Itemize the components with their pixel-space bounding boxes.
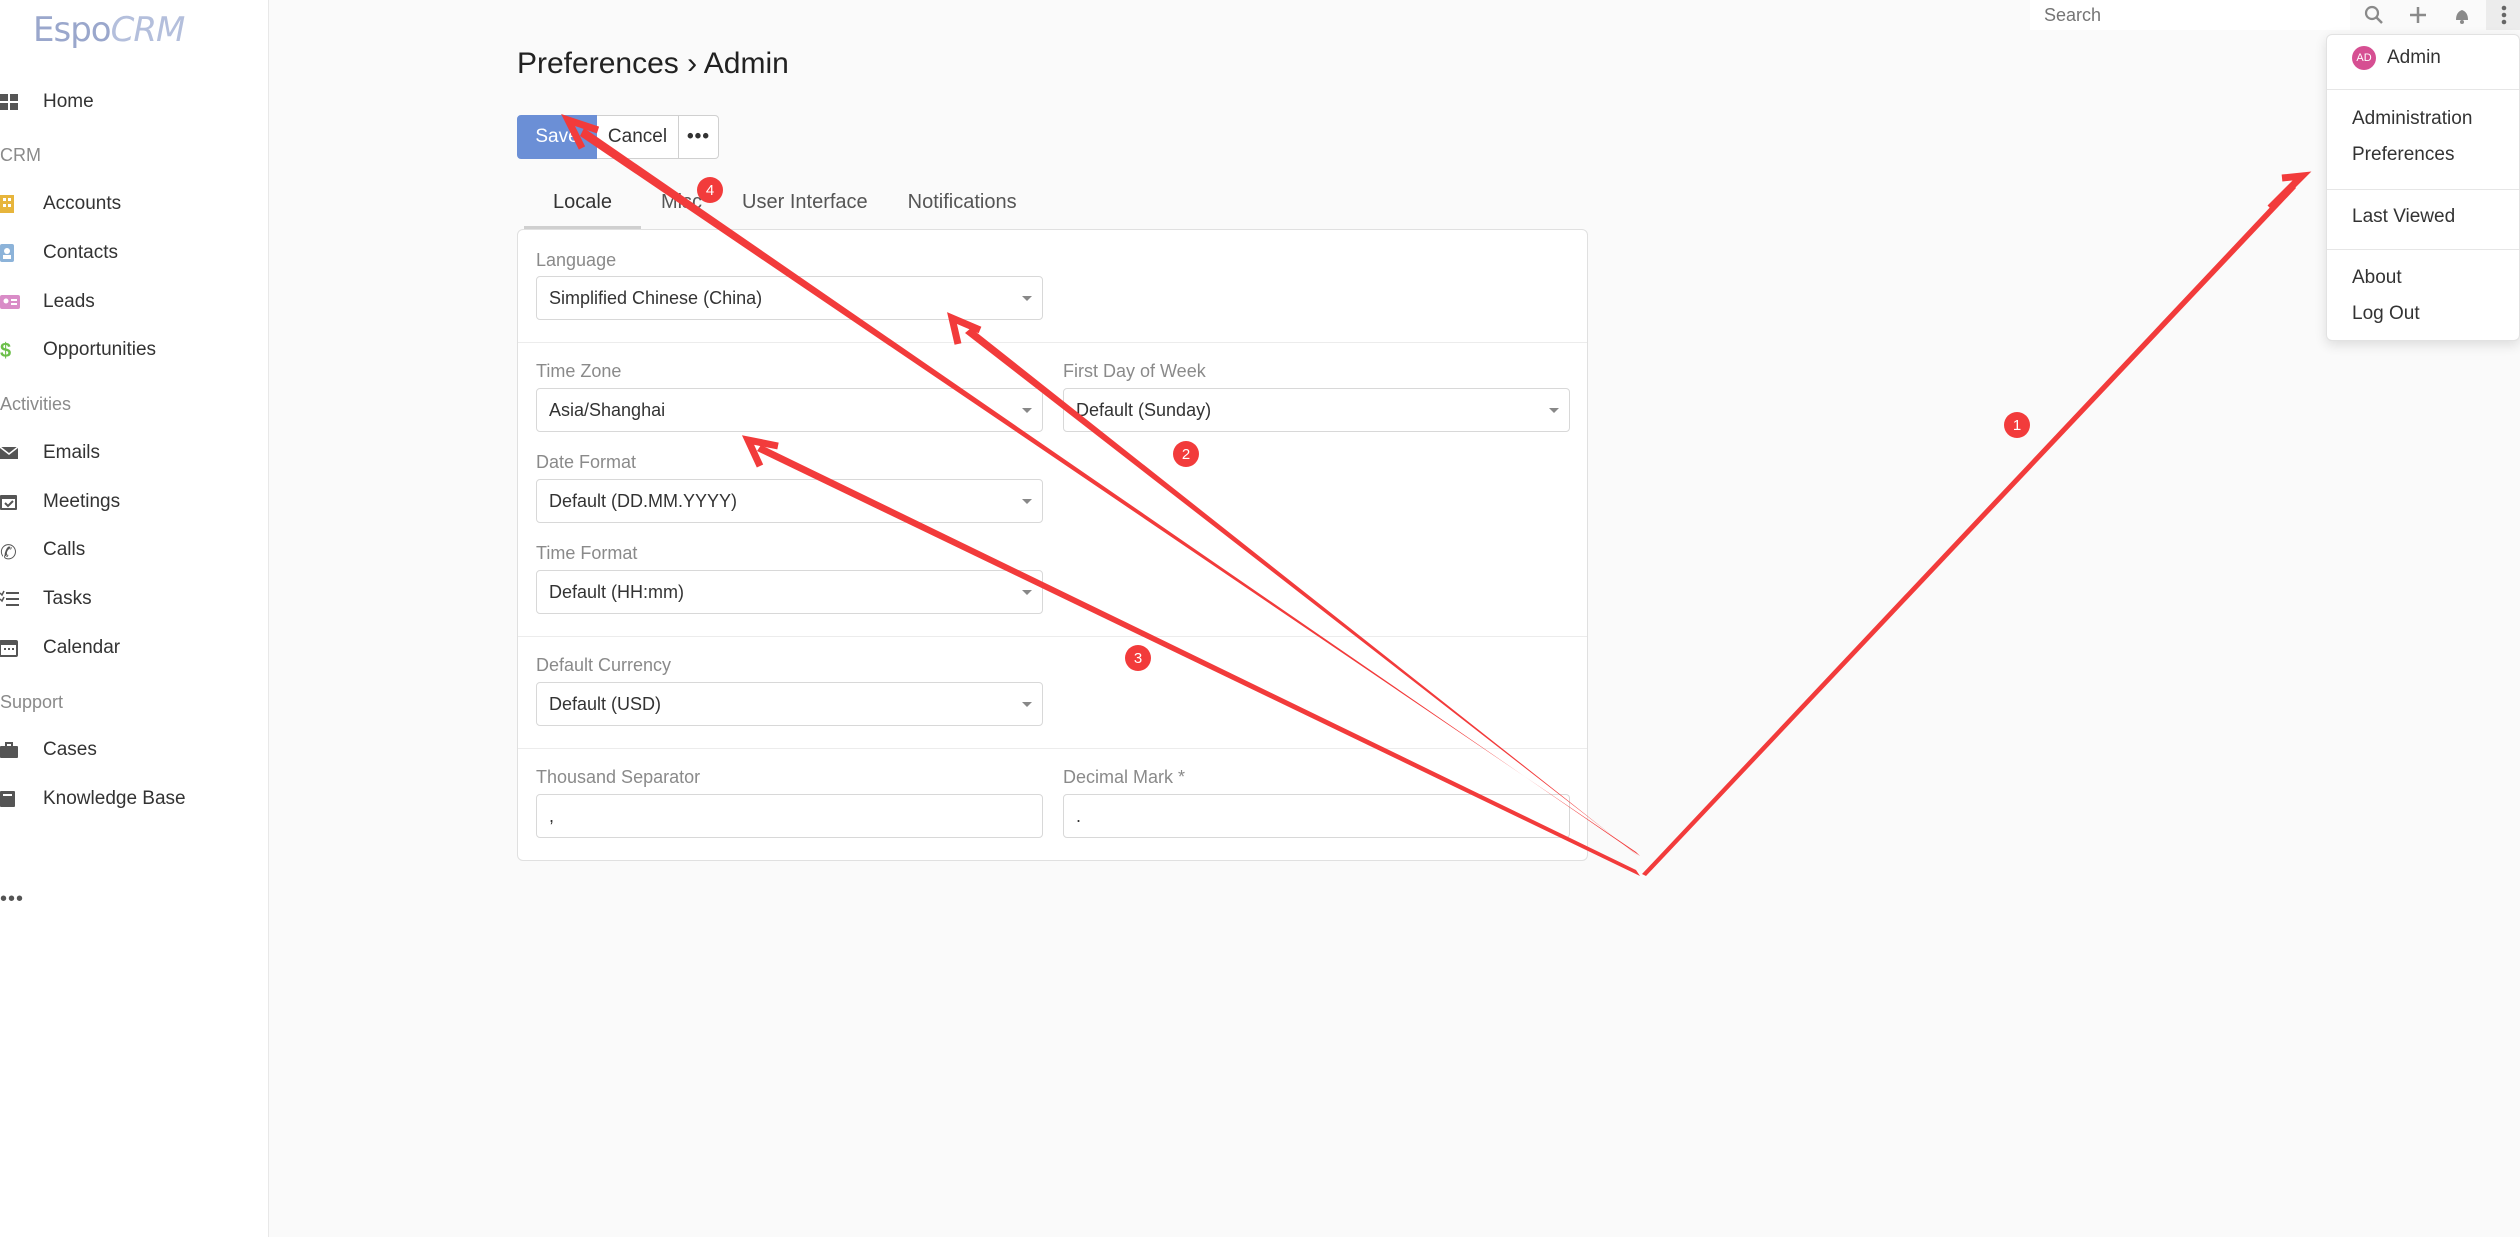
- envelope-icon: [0, 446, 19, 459]
- action-buttons: Save Cancel •••: [517, 115, 719, 159]
- annotation-marker-3: 3: [1125, 645, 1151, 671]
- default-currency-label: Default Currency: [536, 655, 672, 675]
- sidebar-item-tasks[interactable]: Tasks: [0, 579, 92, 619]
- first-day-of-week-label: First Day of Week: [1063, 361, 1206, 381]
- calendar-check-icon: [0, 495, 17, 510]
- sidebar-item-label: Leads: [43, 291, 95, 312]
- annotation-marker-1: 1: [2004, 412, 2030, 438]
- sidebar-item-label: Calendar: [43, 637, 121, 658]
- briefcase-icon: [0, 742, 18, 758]
- first-day-of-week-select[interactable]: Default (Sunday): [1063, 388, 1570, 432]
- divider: [2327, 89, 2519, 90]
- sidebar-item-contacts[interactable]: Contacts: [0, 233, 118, 273]
- contact-card-icon: [0, 244, 14, 262]
- sidebar-item-home[interactable]: Home: [0, 82, 94, 122]
- menu-item-about[interactable]: About: [2352, 267, 2402, 289]
- dollar-icon: $: [0, 340, 12, 362]
- avatar: AD: [2352, 46, 2376, 70]
- id-card-icon: [0, 295, 20, 309]
- divider: [518, 636, 1587, 637]
- decimal-mark-label: Decimal Mark *: [1063, 767, 1186, 787]
- sidebar-group-support: Support: [0, 692, 64, 712]
- sidebar-item-opportunities[interactable]: $ Opportunities: [0, 330, 156, 370]
- sidebar: EspoCRM Home CRM Accounts Contacts Leads…: [0, 0, 269, 1237]
- sidebar-item-label: Cases: [43, 739, 97, 760]
- sidebar-item-label: Home: [43, 91, 94, 112]
- default-currency-select[interactable]: Default (USD): [536, 682, 1043, 726]
- date-format-label: Date Format: [536, 452, 637, 472]
- phone-icon: ✆: [0, 542, 17, 564]
- caret-down-icon: [1549, 408, 1559, 413]
- locale-panel: Language Simplified Chinese (China) Time…: [517, 229, 1588, 861]
- sidebar-item-label: Calls: [43, 539, 86, 560]
- thousand-separator-input[interactable]: ,: [536, 794, 1043, 838]
- date-format-value: Default (DD.MM.YYYY): [549, 490, 738, 511]
- sidebar-group-activities: Activities: [0, 394, 72, 414]
- menu-item-preferences[interactable]: Preferences: [2352, 144, 2454, 166]
- menu-item-log-out[interactable]: Log Out: [2352, 303, 2420, 325]
- user-dropdown-menu: AD Admin Administration Preferences Last…: [2326, 34, 2520, 341]
- building-icon: [0, 195, 14, 213]
- cancel-button[interactable]: Cancel: [597, 115, 679, 159]
- tab-notifications[interactable]: Notifications: [888, 185, 1037, 229]
- tab-locale[interactable]: Locale: [524, 185, 641, 229]
- sidebar-more-button[interactable]: •••: [0, 888, 24, 911]
- caret-down-icon: [1022, 590, 1032, 595]
- sidebar-item-meetings[interactable]: Meetings: [0, 482, 120, 522]
- sidebar-item-label: Tasks: [43, 588, 92, 609]
- time-format-select[interactable]: Default (HH:mm): [536, 570, 1043, 614]
- tabs: Locale Misc User Interface Notifications: [524, 185, 1037, 229]
- time-format-value: Default (HH:mm): [549, 581, 685, 602]
- sidebar-item-calendar[interactable]: Calendar: [0, 628, 120, 668]
- sidebar-item-cases[interactable]: Cases: [0, 730, 97, 770]
- save-button[interactable]: Save: [517, 115, 597, 159]
- sidebar-item-knowledge-base[interactable]: Knowledge Base: [0, 779, 186, 819]
- language-value: Simplified Chinese (China): [549, 287, 763, 308]
- date-format-select[interactable]: Default (DD.MM.YYYY): [536, 479, 1043, 523]
- divider: [518, 748, 1587, 749]
- default-currency-value: Default (USD): [549, 693, 662, 714]
- sidebar-item-label: Accounts: [43, 193, 122, 214]
- book-icon: [0, 791, 15, 807]
- time-zone-label: Time Zone: [536, 361, 622, 381]
- divider: [2327, 189, 2519, 190]
- sidebar-item-label: Emails: [43, 442, 101, 463]
- menu-item-administration[interactable]: Administration: [2352, 108, 2472, 130]
- thousand-separator-label: Thousand Separator: [536, 767, 701, 787]
- annotation-marker-4: 4: [697, 177, 723, 203]
- main-content: Preferences › Admin Save Cancel ••• Loca…: [270, 0, 2520, 1237]
- caret-down-icon: [1022, 296, 1032, 301]
- menu-item-user[interactable]: Admin: [2387, 47, 2441, 69]
- sidebar-item-emails[interactable]: Emails: [0, 433, 100, 473]
- calendar-icon: [0, 640, 18, 657]
- menu-item-last-viewed[interactable]: Last Viewed: [2352, 206, 2455, 228]
- sidebar-item-calls[interactable]: ✆ Calls: [0, 530, 85, 570]
- sidebar-item-label: Contacts: [43, 242, 118, 263]
- page-title: Preferences › Admin: [517, 47, 789, 80]
- home-grid-icon: [0, 94, 18, 110]
- sidebar-item-label: Knowledge Base: [43, 788, 186, 809]
- caret-down-icon: [1022, 702, 1032, 707]
- task-list-icon: [0, 590, 19, 606]
- first-day-of-week-value: Default (Sunday): [1076, 399, 1212, 420]
- language-label: Language: [536, 250, 617, 270]
- sidebar-group-crm: CRM: [0, 145, 41, 165]
- annotation-marker-2: 2: [1173, 441, 1199, 467]
- divider: [518, 342, 1587, 343]
- language-select[interactable]: Simplified Chinese (China): [536, 276, 1043, 320]
- sidebar-item-label: Opportunities: [43, 339, 157, 360]
- caret-down-icon: [1022, 499, 1032, 504]
- caret-down-icon: [1022, 408, 1032, 413]
- sidebar-item-accounts[interactable]: Accounts: [0, 184, 121, 224]
- tab-user-interface[interactable]: User Interface: [722, 185, 888, 229]
- sidebar-item-label: Meetings: [43, 491, 121, 512]
- time-zone-value: Asia/Shanghai: [549, 399, 666, 420]
- decimal-mark-input[interactable]: .: [1063, 794, 1570, 838]
- sidebar-item-leads[interactable]: Leads: [0, 282, 95, 322]
- espocrm-logo[interactable]: EspoCRM: [33, 10, 185, 66]
- more-actions-button[interactable]: •••: [679, 115, 719, 159]
- time-zone-select[interactable]: Asia/Shanghai: [536, 388, 1043, 432]
- time-format-label: Time Format: [536, 543, 638, 563]
- divider: [2327, 249, 2519, 250]
